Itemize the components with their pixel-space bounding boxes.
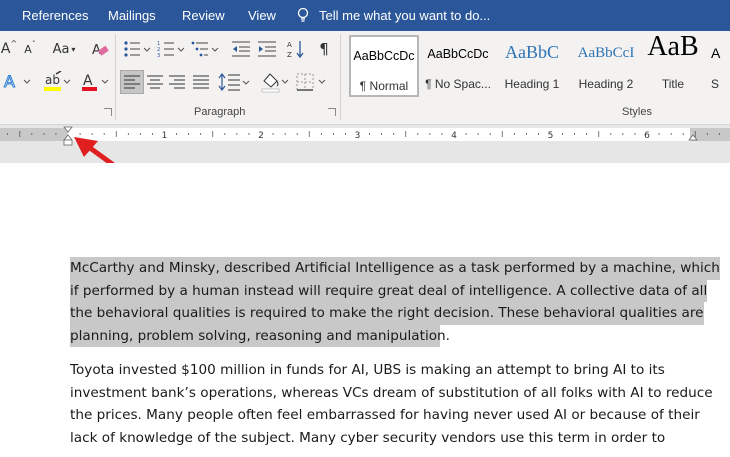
svg-text:A: A: [287, 41, 292, 49]
style-normal[interactable]: AaBbCcDc ¶ Normal: [349, 35, 419, 97]
style-title[interactable]: AaB Title: [643, 31, 703, 97]
style-no-spacing-preview: AaBbCcDc: [427, 47, 489, 61]
text-line: lack of knowledge of the subject. Many c…: [70, 429, 666, 446]
text-line: the prices. Many people often feel embar…: [70, 407, 700, 424]
align-center-icon[interactable]: [146, 73, 164, 91]
text-line: planning, problem solving, reasoning and…: [70, 324, 450, 348]
change-case-button[interactable]: Aa ▾: [50, 40, 78, 58]
text-effects-icon[interactable]: A: [2, 71, 32, 91]
style-heading-1[interactable]: AaBbC Heading 1: [495, 35, 569, 97]
align-right-icon[interactable]: [168, 73, 186, 91]
style-normal-name: ¶ Normal: [359, 79, 409, 93]
style-title-preview: AaB: [647, 31, 699, 62]
ruler-number: 1: [162, 131, 168, 141]
text-line: the behavioral qualities is required to …: [70, 302, 704, 325]
borders-icon[interactable]: [294, 71, 328, 93]
ruler-scale: 1 2 3 4 5 6: [0, 126, 730, 163]
svg-text:Z: Z: [287, 51, 292, 59]
highlight-color-icon[interactable]: ab: [42, 71, 72, 93]
ruler-number: 4: [451, 131, 457, 141]
svg-text:A: A: [83, 73, 93, 89]
horizontal-ruler[interactable]: 1 2 3 4 5 6: [0, 125, 730, 163]
text-line: Toyota invested $100 million in funds fo…: [70, 362, 665, 378]
paragraph-dialog-launcher[interactable]: [328, 108, 336, 116]
svg-text:A: A: [4, 72, 15, 91]
svg-text:ab: ab: [45, 73, 60, 87]
font-dialog-launcher[interactable]: [104, 108, 112, 116]
ribbon-tab-bar: References Mailings Review View Tell me …: [0, 0, 730, 31]
tab-mailings[interactable]: Mailings: [108, 8, 156, 23]
svg-text:3: 3: [157, 53, 160, 59]
line-spacing-icon[interactable]: [218, 71, 250, 93]
grow-font-icon[interactable]: A ^: [1, 39, 17, 58]
tab-references[interactable]: References: [22, 8, 88, 23]
group-separator: [115, 34, 116, 120]
ruler-number: 6: [644, 131, 650, 141]
text-line: investment bank’s operations, whereas VC…: [70, 384, 713, 401]
align-left-icon[interactable]: [120, 70, 144, 94]
style-subtitle[interactable]: A S: [711, 35, 730, 97]
style-heading-2[interactable]: AaBbCcI Heading 2: [569, 35, 643, 97]
style-no-spacing[interactable]: AaBbCcDc ¶ No Spac...: [421, 35, 495, 97]
style-heading-2-name: Heading 2: [578, 77, 634, 91]
tab-view[interactable]: View: [248, 8, 276, 23]
left-indent-marker[interactable]: [63, 139, 73, 146]
tab-review[interactable]: Review: [182, 8, 225, 23]
numbering-icon[interactable]: 123: [156, 39, 186, 59]
ruler-number: 5: [548, 131, 554, 141]
styles-group-label: Styles: [622, 106, 652, 118]
style-heading-1-preview: AaBbC: [505, 42, 559, 62]
annotation-arrow-shaft: [83, 142, 116, 163]
style-heading-2-preview: AaBbCcI: [577, 45, 635, 61]
ribbon: A ^ Aˇ Aa ▾ A A ab A 123 AZ ¶ Paragraph …: [0, 31, 730, 125]
ruler-number: 3: [355, 131, 361, 141]
paragraph-group-label: Paragraph: [194, 106, 246, 118]
text-line: if performed by a human instead will req…: [70, 279, 708, 303]
style-no-spacing-name: ¶ No Spac...: [425, 77, 491, 91]
bullets-icon[interactable]: [122, 39, 152, 59]
shading-icon[interactable]: [260, 71, 290, 93]
tell-me-search[interactable]: Tell me what you want to do...: [319, 8, 490, 23]
style-heading-1-name: Heading 1: [504, 77, 560, 91]
sort-icon[interactable]: AZ: [287, 39, 305, 59]
shrink-font-icon[interactable]: Aˇ: [22, 40, 38, 57]
increase-indent-icon[interactable]: [256, 39, 278, 59]
ruler-number: 2: [258, 131, 264, 141]
lightbulb-icon[interactable]: [295, 7, 311, 23]
styles-gallery: AaBbCcDc ¶ Normal AaBbCcDc ¶ No Spac... …: [343, 31, 730, 97]
document-page[interactable]: McCarthy and Minsky, described Artificia…: [0, 163, 730, 457]
justify-icon[interactable]: [192, 73, 210, 91]
change-case-label: Aa: [52, 41, 70, 57]
style-title-name: Title: [661, 77, 685, 91]
group-separator: [340, 34, 341, 120]
style-subtitle-name: S: [711, 77, 720, 91]
font-color-icon[interactable]: A: [80, 71, 110, 93]
style-subtitle-preview: A: [711, 45, 721, 61]
style-normal-preview: AaBbCcDc: [353, 49, 415, 63]
clear-formatting-icon[interactable]: A: [90, 39, 110, 59]
text-line: McCarthy and Minsky, described Artificia…: [70, 257, 720, 280]
decrease-indent-icon[interactable]: [230, 39, 252, 59]
show-formatting-marks-icon[interactable]: ¶: [316, 39, 332, 59]
multilevel-list-icon[interactable]: [190, 39, 220, 59]
